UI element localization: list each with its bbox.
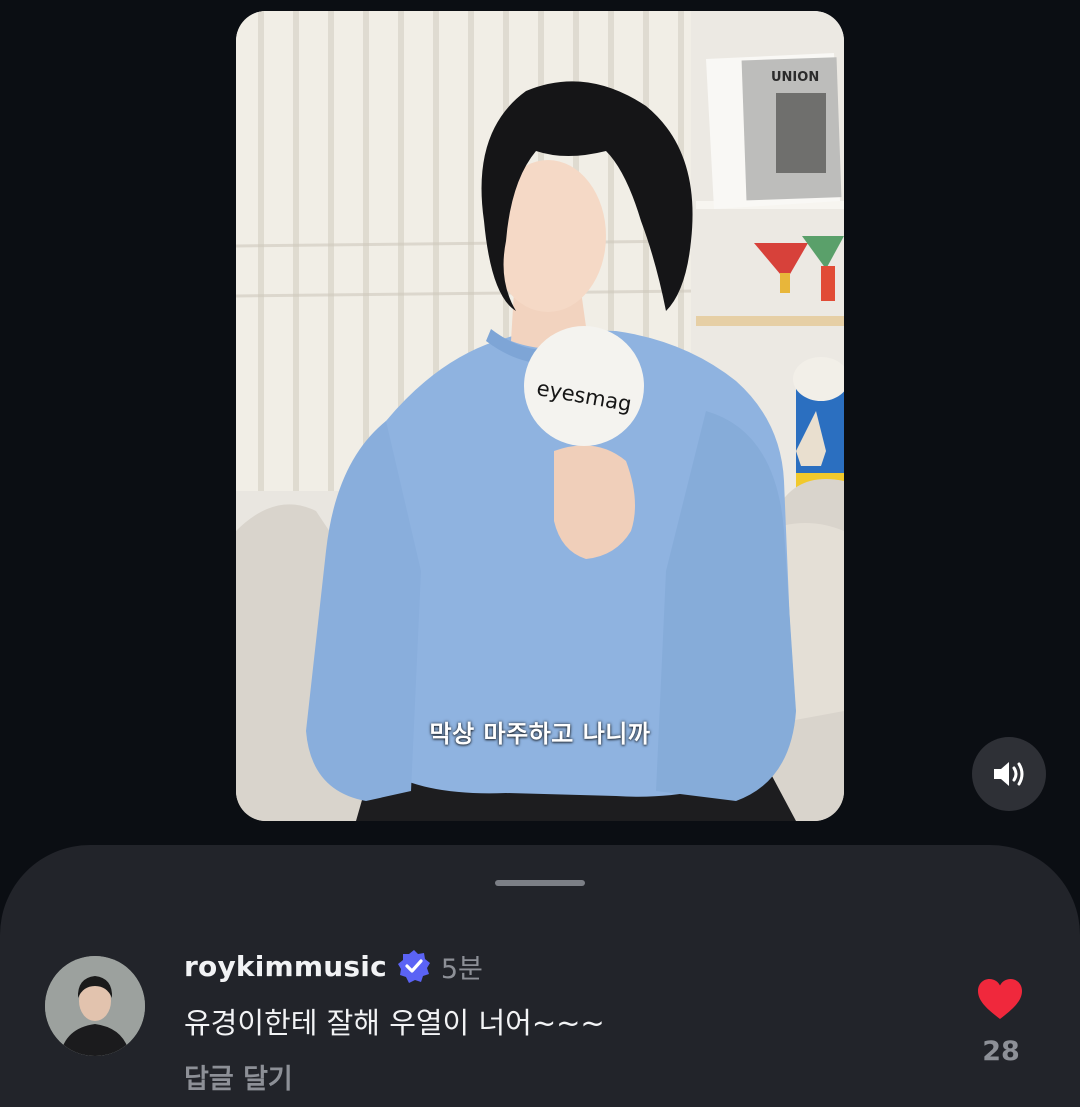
- video-subtitle: 막상 마주하고 나니까: [429, 720, 651, 748]
- comment-timestamp: 5분: [440, 953, 483, 985]
- reply-button[interactable]: 답글 달기: [184, 1057, 293, 1096]
- user-avatar-image: [45, 956, 145, 1056]
- comment-screen: UNION eyesmag 막상 마주하고 나니까 roykimmusic 5분…: [0, 0, 1080, 1107]
- like-count: 28: [982, 1036, 1020, 1067]
- video-frame: UNION eyesmag: [236, 11, 844, 821]
- book-title: UNION: [771, 70, 819, 85]
- heart-icon[interactable]: [977, 978, 1023, 1020]
- verified-badge-icon: [397, 950, 430, 983]
- video-player[interactable]: UNION eyesmag 막상 마주하고 나니까: [236, 11, 844, 821]
- avatar[interactable]: [45, 956, 145, 1056]
- comment-header: roykimmusic 5분: [184, 946, 483, 986]
- sound-toggle-button[interactable]: [972, 737, 1046, 811]
- sheet-drag-handle[interactable]: [495, 880, 585, 886]
- speaker-volume-icon: [994, 762, 1024, 786]
- comments-sheet: roykimmusic 5분 유경이한테 잘해 우열이 너어~~~ 답글 달기 …: [0, 845, 1080, 1107]
- comment-body: 유경이한테 잘해 우열이 너어~~~: [184, 1006, 605, 1040]
- username-link[interactable]: roykimmusic: [184, 950, 387, 983]
